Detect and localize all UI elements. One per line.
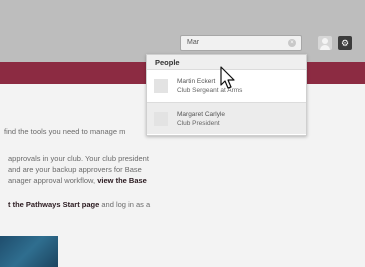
clear-search-icon[interactable]: ×	[288, 39, 296, 47]
content-line: approvals in your club. Your club presid…	[8, 154, 149, 163]
content-line: t the Pathways Start page and log in as …	[8, 200, 150, 209]
content-line: find the tools you need to manage m	[4, 127, 126, 136]
people-result-item[interactable]: Margaret Carlyle Club President	[147, 102, 306, 134]
person-name: Martin Eckert	[177, 78, 216, 85]
content-thumbnail-image	[0, 236, 58, 267]
content-text: and log in as a	[101, 200, 151, 209]
content-line: and are your backup approvers for Base	[8, 165, 142, 174]
user-avatar[interactable]	[318, 36, 332, 50]
screen: Mar × ⚙ find the tools you need to manag…	[0, 0, 365, 267]
top-header: Mar × ⚙	[0, 0, 365, 62]
avatar-body	[320, 45, 330, 50]
person-avatar	[154, 112, 168, 126]
person-role: Club President	[177, 120, 220, 127]
person-name: Margaret Carlyle	[177, 111, 226, 118]
gear-icon[interactable]: ⚙	[338, 36, 352, 50]
content-text: anager approval workflow,	[8, 176, 96, 185]
view-base-link[interactable]: view the Base	[97, 176, 147, 185]
pathways-start-link[interactable]: t the Pathways Start page	[8, 200, 99, 209]
person-avatar	[154, 79, 168, 93]
search-input[interactable]: Mar ×	[180, 35, 302, 51]
avatar-head	[322, 38, 328, 44]
mouse-cursor-icon	[220, 66, 235, 89]
content-line: anager approval workflow, view the Base	[8, 176, 147, 185]
search-input-value: Mar	[187, 39, 200, 46]
